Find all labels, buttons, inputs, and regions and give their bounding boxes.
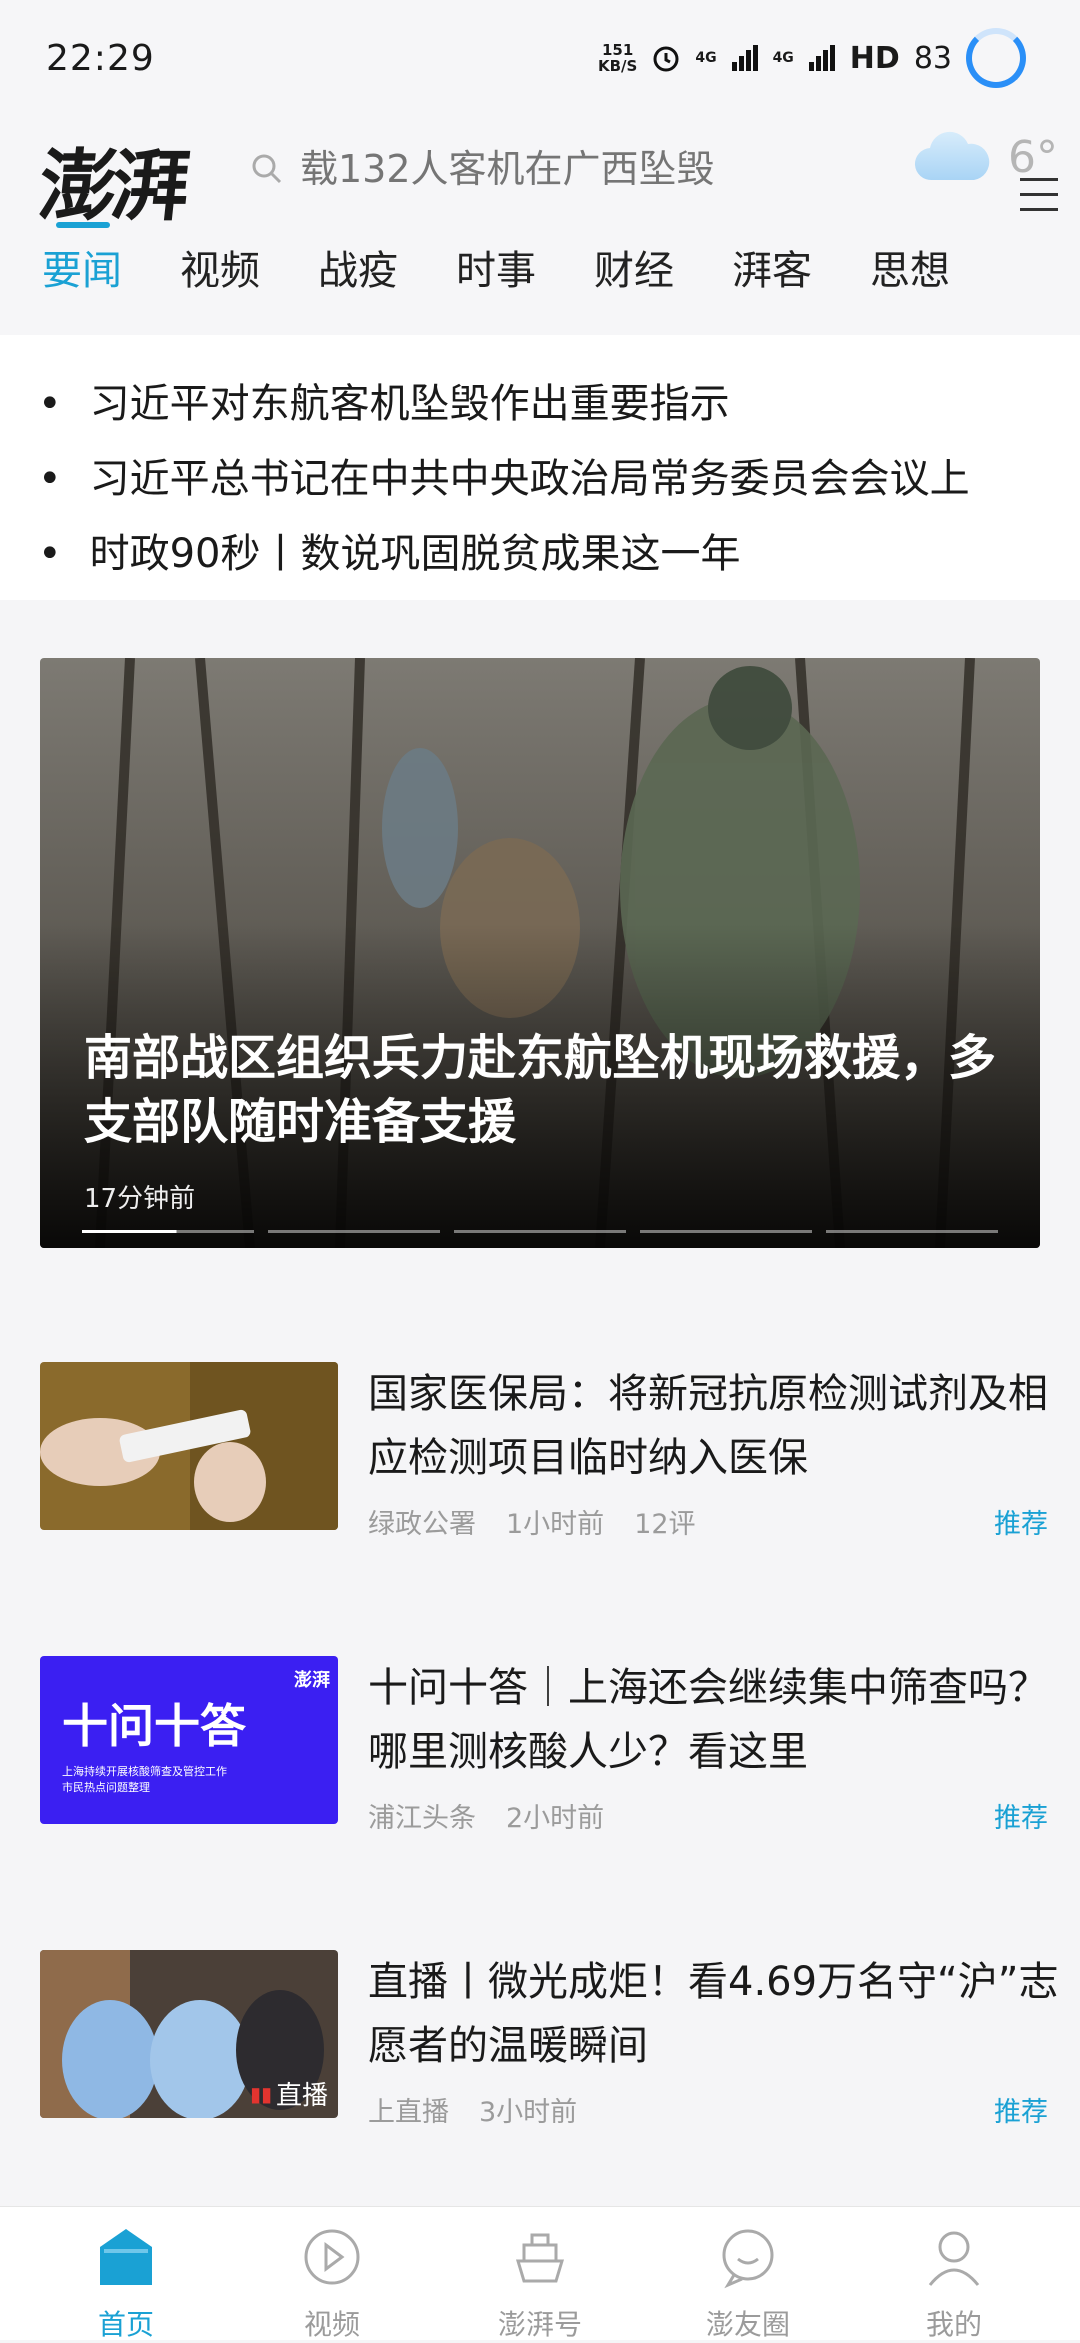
article-card[interactable]: 国家医保局：将新冠抗原检测试剂及相应检测项目临时纳入医保 绿政公署 1小时前 1… [40,1362,1048,1540]
nav-pengpai-account[interactable]: 澎湃号 [460,2207,620,2341]
article-source: 浦江头条 [368,1803,476,1834]
chat-bubble-icon [722,2229,774,2289]
article-time: 1小时前 [506,1509,605,1540]
app-header: 澎湃 6° 要闻 视频 战疫 时事 财经 湃客 思想 [0,120,1080,335]
headline-item[interactable]: 习近平对东航客机坠毁作出重要指示 [38,371,1068,429]
headline-item[interactable]: 习近平总书记在中共中央政治局常务委员会会议上 [38,446,1068,504]
home-icon [100,2229,152,2285]
tab-paike[interactable]: 湃客 [732,238,812,296]
nav-label: 首页 [97,2308,154,2341]
article-time: 3小时前 [479,2097,578,2128]
weather-widget[interactable]: 6° [914,130,1058,184]
hero-title[interactable]: 南部战区组织兵力赴东航坠机现场救援，多支部队随时准备支援 [84,1026,1014,1154]
carousel-dot [454,1230,626,1233]
live-icon: ▮▮ [249,2081,272,2106]
article-meta: 浦江头条 2小时前 [368,1796,604,1835]
carousel-dot [640,1230,812,1233]
alarm-icon [653,46,679,72]
article-thumbnail [40,1362,338,1530]
signal-4g-icon: 4G [695,50,717,66]
thumb-subtitle: 上海持续开展核酸筛查及管控工作 [62,1765,227,1778]
tab-finance[interactable]: 财经 [594,238,674,296]
nav-label: 我的 [925,2308,982,2341]
article-source: 上直播 [368,2097,449,2128]
app-logo: 澎湃 [34,141,189,232]
thumb-logo: 澎湃 [294,1670,330,1691]
play-icon [304,2229,360,2285]
thumb-title: 十问十答 [62,1699,246,1753]
hero-timestamp: 17分钟前 [84,1184,196,1214]
nav-label: 澎湃号 [497,2308,582,2341]
article-meta: 绿政公署 1小时前 12评 [368,1502,696,1541]
network-speed: 151 KB/S [597,41,638,75]
hd-voice-icon: HD [849,40,900,76]
article-title[interactable]: 十问十答｜上海还会继续集中筛查吗？哪里测核酸人少？看这里 [368,1656,1078,1784]
article-card[interactable]: ▮▮ 直播 直播丨微光成炬！看4.69万名守“沪”志愿者的温暖瞬间 上直播 3小… [40,1950,1059,2128]
article-time: 2小时前 [506,1803,605,1834]
recommend-tag: 推荐 [994,2097,1048,2128]
nav-friend-circle[interactable]: 澎友圈 [668,2207,828,2341]
nav-label: 视频 [303,2308,360,2341]
article-title[interactable]: 国家医保局：将新冠抗原检测试剂及相应检测项目临时纳入医保 [368,1362,1078,1490]
nav-profile[interactable]: 我的 [874,2207,1034,2341]
article-meta: 上直播 3小时前 [368,2090,577,2129]
nav-home[interactable]: 首页 [46,2207,206,2341]
channel-tabs: 要闻 视频 战疫 时事 财经 湃客 思想 [0,238,1080,328]
signal-bars-icon [808,45,835,71]
nav-label: 澎友圈 [705,2308,790,2341]
nav-video[interactable]: 视频 [252,2207,412,2341]
hero-image [40,658,1040,1248]
system-icons: 151 KB/S 4G 4G HD 83 [598,26,1026,90]
user-icon [928,2231,980,2286]
active-tab-indicator [56,222,110,228]
article-card[interactable]: 澎湃 十问十答 上海持续开展核酸筛查及管控工作 市民热点问题整理 十问十答｜上海… [40,1656,1048,1834]
article-thumbnail: 澎湃 十问十答 上海持续开展核酸筛查及管控工作 市民热点问题整理 [40,1656,338,1824]
top-headlines: 习近平对东航客机坠毁作出重要指示 习近平总书记在中共中央政治局常务委员会会议上 … [0,335,1080,600]
bottom-navigation: 首页 视频 澎湃号 澎友圈 我的 [0,2206,1080,2341]
tab-thought[interactable]: 思想 [870,238,950,296]
article-thumbnail: ▮▮ 直播 [40,1950,338,2118]
carousel-indicator [82,1230,998,1233]
battery-level: 83 [913,40,952,76]
headline-item[interactable]: 时政90秒丨数说巩固脱贫成果这一年 [38,521,1068,579]
recommend-tag: 推荐 [994,1803,1048,1834]
temperature: 6° [1008,131,1058,183]
signal-bars-icon [731,45,758,71]
search-bar[interactable] [250,134,870,204]
live-badge: 直播 [275,2081,328,2111]
tab-current-affairs[interactable]: 时事 [456,238,536,296]
tab-epidemic[interactable]: 战疫 [318,238,398,296]
signal-4g-icon: 4G [772,50,794,66]
thumb-subtitle: 市民热点问题整理 [62,1781,150,1794]
search-input[interactable] [300,147,820,191]
clock: 22:29 [46,38,155,79]
tab-video[interactable]: 视频 [180,238,260,296]
battery-ring-icon [966,28,1026,88]
recommend-tag: 推荐 [994,1509,1048,1540]
search-icon [252,154,282,184]
carousel-dot [826,1230,998,1233]
hero-carousel[interactable]: 南部战区组织兵力赴东航坠机现场救援，多支部队随时准备支援 17分钟前 [40,658,1040,1248]
channel-menu-icon[interactable] [1020,178,1058,212]
status-bar: 22:29 151 KB/S 4G 4G HD 83 [0,0,1080,120]
cloud-icon [914,131,990,181]
article-comments: 12评 [634,1509,696,1540]
ship-icon [515,2233,565,2283]
article-source: 绿政公署 [368,1509,476,1540]
tab-headlines[interactable]: 要闻 [42,238,122,296]
carousel-dot [82,1230,254,1233]
carousel-dot [268,1230,440,1233]
article-title[interactable]: 直播丨微光成炬！看4.69万名守“沪”志愿者的温暖瞬间 [368,1950,1078,2078]
